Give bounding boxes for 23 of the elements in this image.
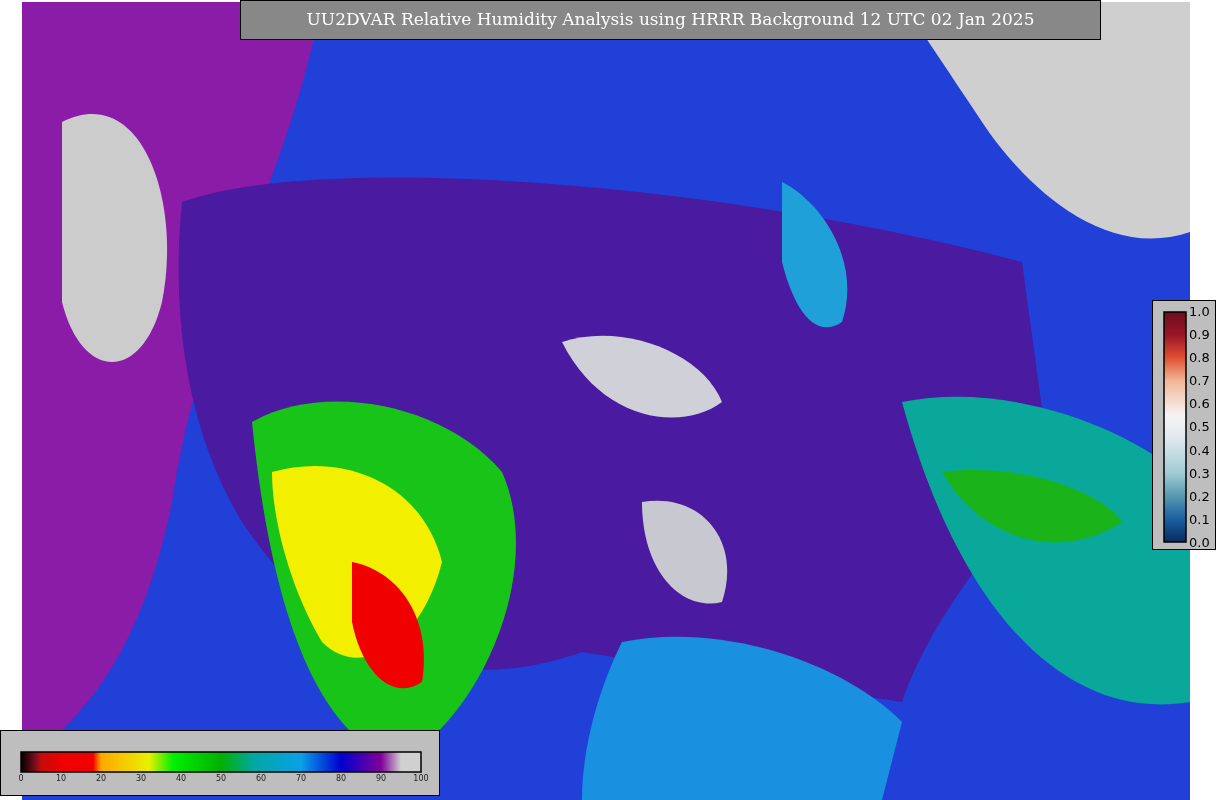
- tick-label: 0.5: [1189, 420, 1210, 434]
- tick-label: 0.6: [1189, 397, 1210, 411]
- tick-label: 30: [135, 775, 147, 785]
- tick-label: 0.1: [1189, 513, 1210, 527]
- tick-label: 80: [335, 775, 347, 785]
- tick-label: 0.4: [1189, 443, 1210, 457]
- tick-label: 1.0: [1189, 304, 1210, 318]
- tick-label: 0.7: [1189, 374, 1210, 388]
- tick-label: 0.3: [1189, 466, 1210, 480]
- tick-label: 0.9: [1189, 327, 1210, 341]
- tick-label: 0.2: [1189, 490, 1210, 503]
- tick-label: 70: [295, 775, 307, 785]
- map-title: UU2DVAR Relative Humidity Analysis using HRRR Background 12 UTC 02 Jan 2025: [240, 0, 1101, 40]
- tick-label: 100: [413, 775, 429, 785]
- tick-label: 20: [95, 775, 107, 785]
- tick-label: 10: [55, 775, 67, 785]
- tick-label: 0.0: [1189, 536, 1210, 550]
- tick-label: 90: [375, 775, 387, 785]
- tick-label: 0: [18, 775, 24, 785]
- tick-label: 60: [255, 775, 267, 785]
- tick-label: 40: [175, 775, 187, 785]
- tick-label: 50: [215, 775, 227, 785]
- tick-label: 0.8: [1189, 350, 1210, 364]
